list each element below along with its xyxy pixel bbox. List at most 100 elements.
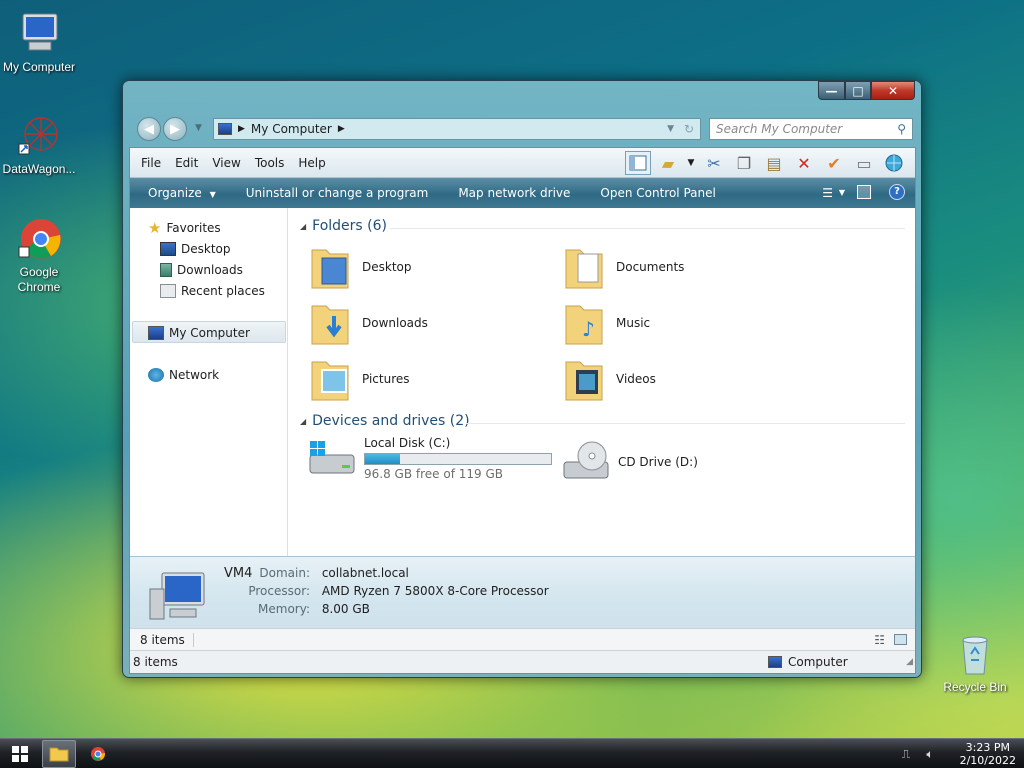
drive-cd-d[interactable]: CD Drive (D:) <box>562 440 698 484</box>
nav-favorites-label: Favorites <box>166 221 221 235</box>
file-list: ◢ Folders (6) Desktop Documents Download… <box>290 208 915 556</box>
menu-edit[interactable]: Edit <box>168 156 205 170</box>
properties-check-icon[interactable]: ✔ <box>821 151 847 175</box>
desktop-icon-recycle-bin[interactable]: Recycle Bin <box>933 630 1017 695</box>
taskbar-chrome-button[interactable] <box>84 740 112 768</box>
network-globe-icon[interactable] <box>881 151 907 175</box>
layout-pane-icon[interactable] <box>625 151 651 175</box>
system-clock[interactable]: 3:23 PM 2/10/2022 <box>960 741 1016 767</box>
chrome-icon <box>15 215 63 263</box>
network-tray-icon[interactable]: ⎍ <box>896 740 916 768</box>
nav-my-computer[interactable]: My Computer <box>148 324 250 342</box>
preview-pane-icon[interactable] <box>857 185 871 199</box>
folder-label: Downloads <box>362 316 428 330</box>
computer-small-icon <box>768 656 782 668</box>
desktop-icon-datawagon[interactable]: DataWagon... <box>0 112 81 177</box>
svg-text:♪: ♪ <box>582 317 595 341</box>
menu-file[interactable]: File <box>134 156 168 170</box>
menu-tools[interactable]: Tools <box>248 156 292 170</box>
map-network-drive-button[interactable]: Map network drive <box>443 186 585 200</box>
nav-favorites[interactable]: ★ Favorites <box>148 219 221 237</box>
nav-desktop[interactable]: Desktop <box>160 240 231 258</box>
recycle-bin-icon <box>951 630 999 678</box>
caption-buttons: — □ ✕ <box>818 81 915 101</box>
processor-label: Processor: <box>248 584 310 598</box>
close-button[interactable]: ✕ <box>871 81 915 100</box>
desktop-icon-my-computer[interactable]: My Computer <box>0 10 81 75</box>
menu-view[interactable]: View <box>205 156 247 170</box>
search-input[interactable]: Search My Computer ⚲ <box>709 118 913 140</box>
nav-desktop-label: Desktop <box>181 242 231 256</box>
desktop-small-icon <box>160 242 176 256</box>
recent-pages-dropdown[interactable]: ▼ <box>195 123 202 133</box>
drives-group-header[interactable]: ◢ Devices and drives (2) <box>300 413 470 429</box>
drive-usage-fill <box>365 454 401 464</box>
desktop-icon-google-chrome[interactable]: Google Chrome <box>0 215 81 295</box>
computer-small-icon <box>148 326 164 340</box>
back-button[interactable]: ◀ <box>137 117 161 141</box>
nav-downloads-label: Downloads <box>177 263 243 277</box>
drive-name: CD Drive (D:) <box>618 455 698 469</box>
view-options-icon[interactable]: ☰ <box>822 186 833 200</box>
menu-help[interactable]: Help <box>291 156 332 170</box>
taskbar-explorer-button[interactable] <box>42 740 76 768</box>
search-placeholder: Search My Computer <box>716 122 843 136</box>
maximize-button[interactable]: □ <box>845 81 871 100</box>
minimize-button[interactable]: — <box>818 81 845 100</box>
folder-desktop[interactable]: Desktop <box>310 244 412 290</box>
folder-music[interactable]: ♪ Music <box>564 300 650 346</box>
recent-places-icon <box>160 284 176 298</box>
downloads-folder-icon <box>310 300 352 346</box>
nav-downloads[interactable]: Downloads <box>160 261 243 279</box>
videos-folder-icon <box>564 356 606 402</box>
navigation-bar: ◀ ▶ ▼ ▶ My Computer ▶ ▼ ↻ Search My Comp… <box>135 117 913 141</box>
copy-icon[interactable]: ❐ <box>731 151 757 175</box>
domain-value: collabnet.local <box>321 566 409 580</box>
cut-icon[interactable]: ✂ <box>701 151 727 175</box>
status-bar: 8 items ☷ <box>130 628 915 650</box>
collapse-triangle-icon: ◢ <box>300 221 307 231</box>
address-dropdown-icon[interactable]: ▼ <box>667 124 674 134</box>
drive-local-disk-c[interactable]: Local Disk (C:) 96.8 GB free of 119 GB <box>308 436 552 481</box>
drives-header-label: Devices and drives (2) <box>312 413 470 429</box>
folders-group-header[interactable]: ◢ Folders (6) <box>300 218 387 234</box>
windows-logo-icon <box>12 746 28 762</box>
group-divider <box>466 423 905 424</box>
paste-icon[interactable]: ▤ <box>761 151 787 175</box>
details-view-icon[interactable]: ☷ <box>874 633 885 647</box>
command-bar: Organize ▼ Uninstall or change a program… <box>130 178 915 208</box>
nav-network[interactable]: Network <box>148 366 219 384</box>
delete-icon[interactable]: ✕ <box>791 151 817 175</box>
nav-recent-places[interactable]: Recent places <box>160 282 265 300</box>
breadcrumb-my-computer[interactable]: My Computer <box>251 122 332 136</box>
desktop-icon-label: Recycle Bin <box>943 680 1007 694</box>
item-count: 8 items <box>140 632 194 647</box>
open-control-panel-button[interactable]: Open Control Panel <box>585 186 730 200</box>
folder-videos[interactable]: Videos <box>564 356 656 402</box>
volume-muted-icon[interactable]: 🔈︎ <box>920 740 940 768</box>
group-divider <box>390 228 905 229</box>
start-button[interactable] <box>6 740 34 768</box>
processor-value: AMD Ryzen 7 5800X 8-Core Processor <box>321 584 549 598</box>
view-dropdown-icon[interactable]: ▼ <box>839 188 845 197</box>
rename-icon[interactable]: ▭ <box>851 151 877 175</box>
detail-domain-row: Domain: collabnet.local <box>258 566 409 580</box>
back-arrow-icon: ◀ <box>144 121 154 137</box>
forward-button[interactable]: ▶ <box>163 117 187 141</box>
folder-documents[interactable]: Documents <box>564 244 684 290</box>
folder-downloads[interactable]: Downloads <box>310 300 428 346</box>
nav-network-label: Network <box>169 368 220 382</box>
folder-options-icon[interactable]: ▰ <box>655 151 681 175</box>
downloads-small-icon <box>160 263 172 277</box>
folder-pictures[interactable]: Pictures <box>310 356 410 402</box>
address-bar[interactable]: ▶ My Computer ▶ ▼ ↻ <box>213 118 701 140</box>
search-icon[interactable]: ⚲ <box>897 122 906 136</box>
refresh-icon[interactable]: ↻ <box>684 122 694 136</box>
help-icon[interactable]: ? <box>889 184 905 200</box>
resize-grip-icon[interactable]: ◢ <box>906 657 913 667</box>
close-icon: ✕ <box>887 83 899 98</box>
views-dropdown-icon[interactable]: ▼ <box>685 151 697 175</box>
organize-button[interactable]: Organize ▼ <box>133 186 231 200</box>
large-icons-view-icon[interactable] <box>894 634 907 645</box>
uninstall-program-button[interactable]: Uninstall or change a program <box>231 186 444 200</box>
